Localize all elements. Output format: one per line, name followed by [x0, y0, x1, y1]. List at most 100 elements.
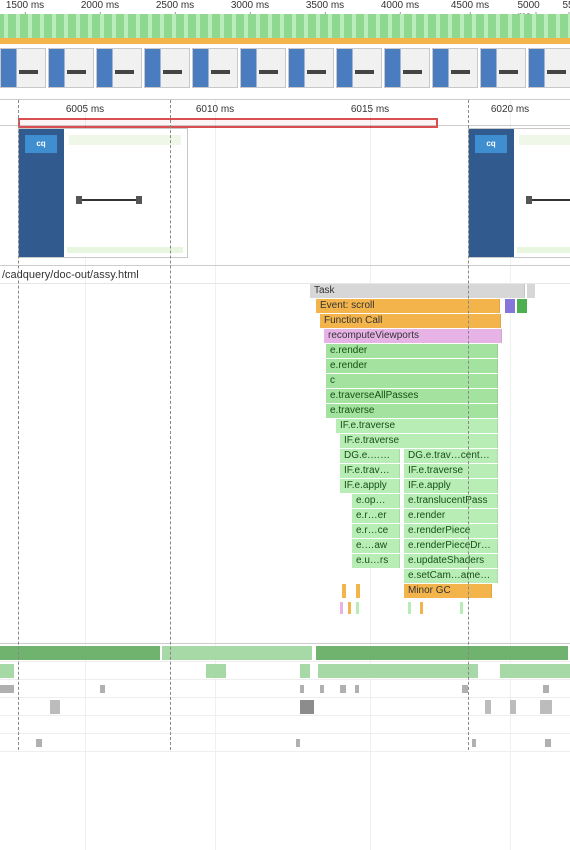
flame-entry[interactable]: c	[326, 374, 498, 388]
flame-entry[interactable]: IF.e.traverse	[404, 464, 498, 478]
flame-entry[interactable]: e.r…er	[352, 509, 400, 523]
overview-cpu-chart	[0, 14, 570, 44]
flame-entry[interactable]: IF.e.traverse	[340, 434, 498, 448]
screenshot-logo: cq	[25, 135, 57, 153]
flame-mark[interactable]	[505, 299, 515, 313]
filmstrip-thumb[interactable]	[96, 48, 142, 88]
flame-tail-tick	[420, 602, 423, 614]
summary-segment	[296, 739, 300, 747]
flame-tail-tick	[356, 602, 359, 614]
summary-strip[interactable]	[0, 662, 570, 680]
flame-tail-tick	[340, 602, 343, 614]
summary-segment	[485, 700, 491, 714]
filmstrip-thumb[interactable]	[336, 48, 382, 88]
flame-entry[interactable]: e.renderPiece	[404, 524, 498, 538]
summary-segment	[540, 700, 552, 714]
overview-tick: 4000 ms	[381, 0, 419, 11]
summary-lanes[interactable]	[0, 644, 570, 752]
frame-screenshot[interactable]: cq	[468, 128, 570, 258]
flame-entry[interactable]: Task	[310, 284, 525, 298]
flame-entry[interactable]: IF.e.traverse	[340, 464, 400, 478]
url-text: /cadquery/doc-out/assy.html	[2, 269, 139, 281]
filmstrip-thumb[interactable]	[528, 48, 570, 88]
screenshot-3d-view	[529, 199, 570, 201]
flame-mark[interactable]	[527, 284, 535, 298]
flame-entry[interactable]: e.traverseAllPasses	[326, 389, 498, 403]
screenshot-sidebar: cq	[19, 129, 64, 257]
summary-segment	[0, 646, 160, 660]
summary-strip[interactable]	[0, 644, 570, 662]
flame-entry[interactable]: IF.e.traverse	[336, 419, 498, 433]
summary-segment	[0, 664, 14, 678]
summary-segment	[206, 664, 226, 678]
flame-mark[interactable]	[342, 584, 346, 598]
flame-tail-tick	[460, 602, 463, 614]
flame-entry[interactable]: e.u…rs	[352, 554, 400, 568]
screenshot-logo: cq	[475, 135, 507, 153]
filmstrip-thumb[interactable]	[480, 48, 526, 88]
flame-entry[interactable]: e.render	[404, 509, 498, 523]
flame-entry[interactable]: e.translucentPass	[404, 494, 498, 508]
summary-strip[interactable]	[0, 716, 570, 734]
summary-strip[interactable]	[0, 698, 570, 716]
flame-entry[interactable]: recomputeViewports	[324, 329, 502, 343]
overview-filmstrip	[0, 48, 570, 92]
flame-entry[interactable]: e.render	[326, 344, 498, 358]
flame-entry[interactable]: IF.e.apply	[340, 479, 400, 493]
filmstrip-thumb[interactable]	[240, 48, 286, 88]
flame-entry[interactable]: IF.e.apply	[404, 479, 498, 493]
zoom-tick: 6005 ms	[66, 104, 104, 115]
flame-entry[interactable]: e.renderPieceDraw	[404, 539, 498, 553]
overview-tick: 1500 ms	[6, 0, 44, 11]
summary-segment	[162, 646, 312, 660]
flame-entry[interactable]: e.render	[326, 359, 498, 373]
flame-entry[interactable]: e.op…ass	[352, 494, 400, 508]
flame-entry[interactable]: Minor GC	[404, 584, 492, 598]
screenshot-header	[69, 135, 181, 145]
overview-tick: 2000 ms	[81, 0, 119, 11]
flame-entry[interactable]: e.r…ce	[352, 524, 400, 538]
screenshot-sidebar: cq	[469, 129, 514, 257]
flame-entry[interactable]: e.traverse	[326, 404, 498, 418]
summary-strip[interactable]	[0, 734, 570, 752]
overview-cpu-scripting	[0, 38, 570, 44]
flame-mark[interactable]	[356, 584, 360, 598]
summary-segment	[510, 700, 516, 714]
flame-entry[interactable]: e.updateShaders	[404, 554, 498, 568]
flame-entry[interactable]: DG.e.trav…centPass	[404, 449, 498, 463]
summary-segment	[500, 664, 570, 678]
flame-entry[interactable]: Event: scroll	[316, 299, 500, 313]
summary-strip[interactable]	[0, 680, 570, 698]
flame-entry[interactable]: e.setCam…ameters	[404, 569, 498, 583]
filmstrip-thumb[interactable]	[0, 48, 46, 88]
flame-chart[interactable]: TaskEvent: scrollFunction CallrecomputeV…	[0, 284, 570, 644]
zoom-tick: 6015 ms	[351, 104, 389, 115]
zoom-ruler[interactable]: 6005 ms6010 ms6015 ms6020 ms	[0, 100, 570, 126]
summary-segment	[320, 685, 324, 693]
screenshot-footer	[517, 247, 570, 253]
filmstrip-thumb[interactable]	[144, 48, 190, 88]
filmstrip-thumb[interactable]	[384, 48, 430, 88]
flame-entry[interactable]: e.…aw	[352, 539, 400, 553]
filmstrip-thumb[interactable]	[432, 48, 478, 88]
overview-tick: 55	[562, 0, 570, 11]
filmstrip-thumb[interactable]	[192, 48, 238, 88]
summary-segment	[462, 685, 468, 693]
frame-screenshot[interactable]: cq	[18, 128, 188, 258]
summary-segment	[318, 664, 478, 678]
summary-segment	[36, 739, 42, 747]
overview-timeline[interactable]: 1500 ms2000 ms2500 ms3000 ms3500 ms4000 …	[0, 0, 570, 100]
flame-tail-tick	[348, 602, 351, 614]
summary-segment	[543, 685, 549, 693]
screenshot-footer	[67, 247, 183, 253]
filmstrip-thumb[interactable]	[48, 48, 94, 88]
overview-tick: 4500 ms	[451, 0, 489, 11]
zoom-tick: 6010 ms	[196, 104, 234, 115]
summary-segment	[50, 700, 60, 714]
flame-entry[interactable]: Function Call	[320, 314, 501, 328]
flame-entry[interactable]: DG.e.…ePass	[340, 449, 400, 463]
screenshot-3d-view	[79, 199, 139, 201]
flame-mark[interactable]	[517, 299, 527, 313]
summary-segment	[340, 685, 346, 693]
filmstrip-thumb[interactable]	[288, 48, 334, 88]
